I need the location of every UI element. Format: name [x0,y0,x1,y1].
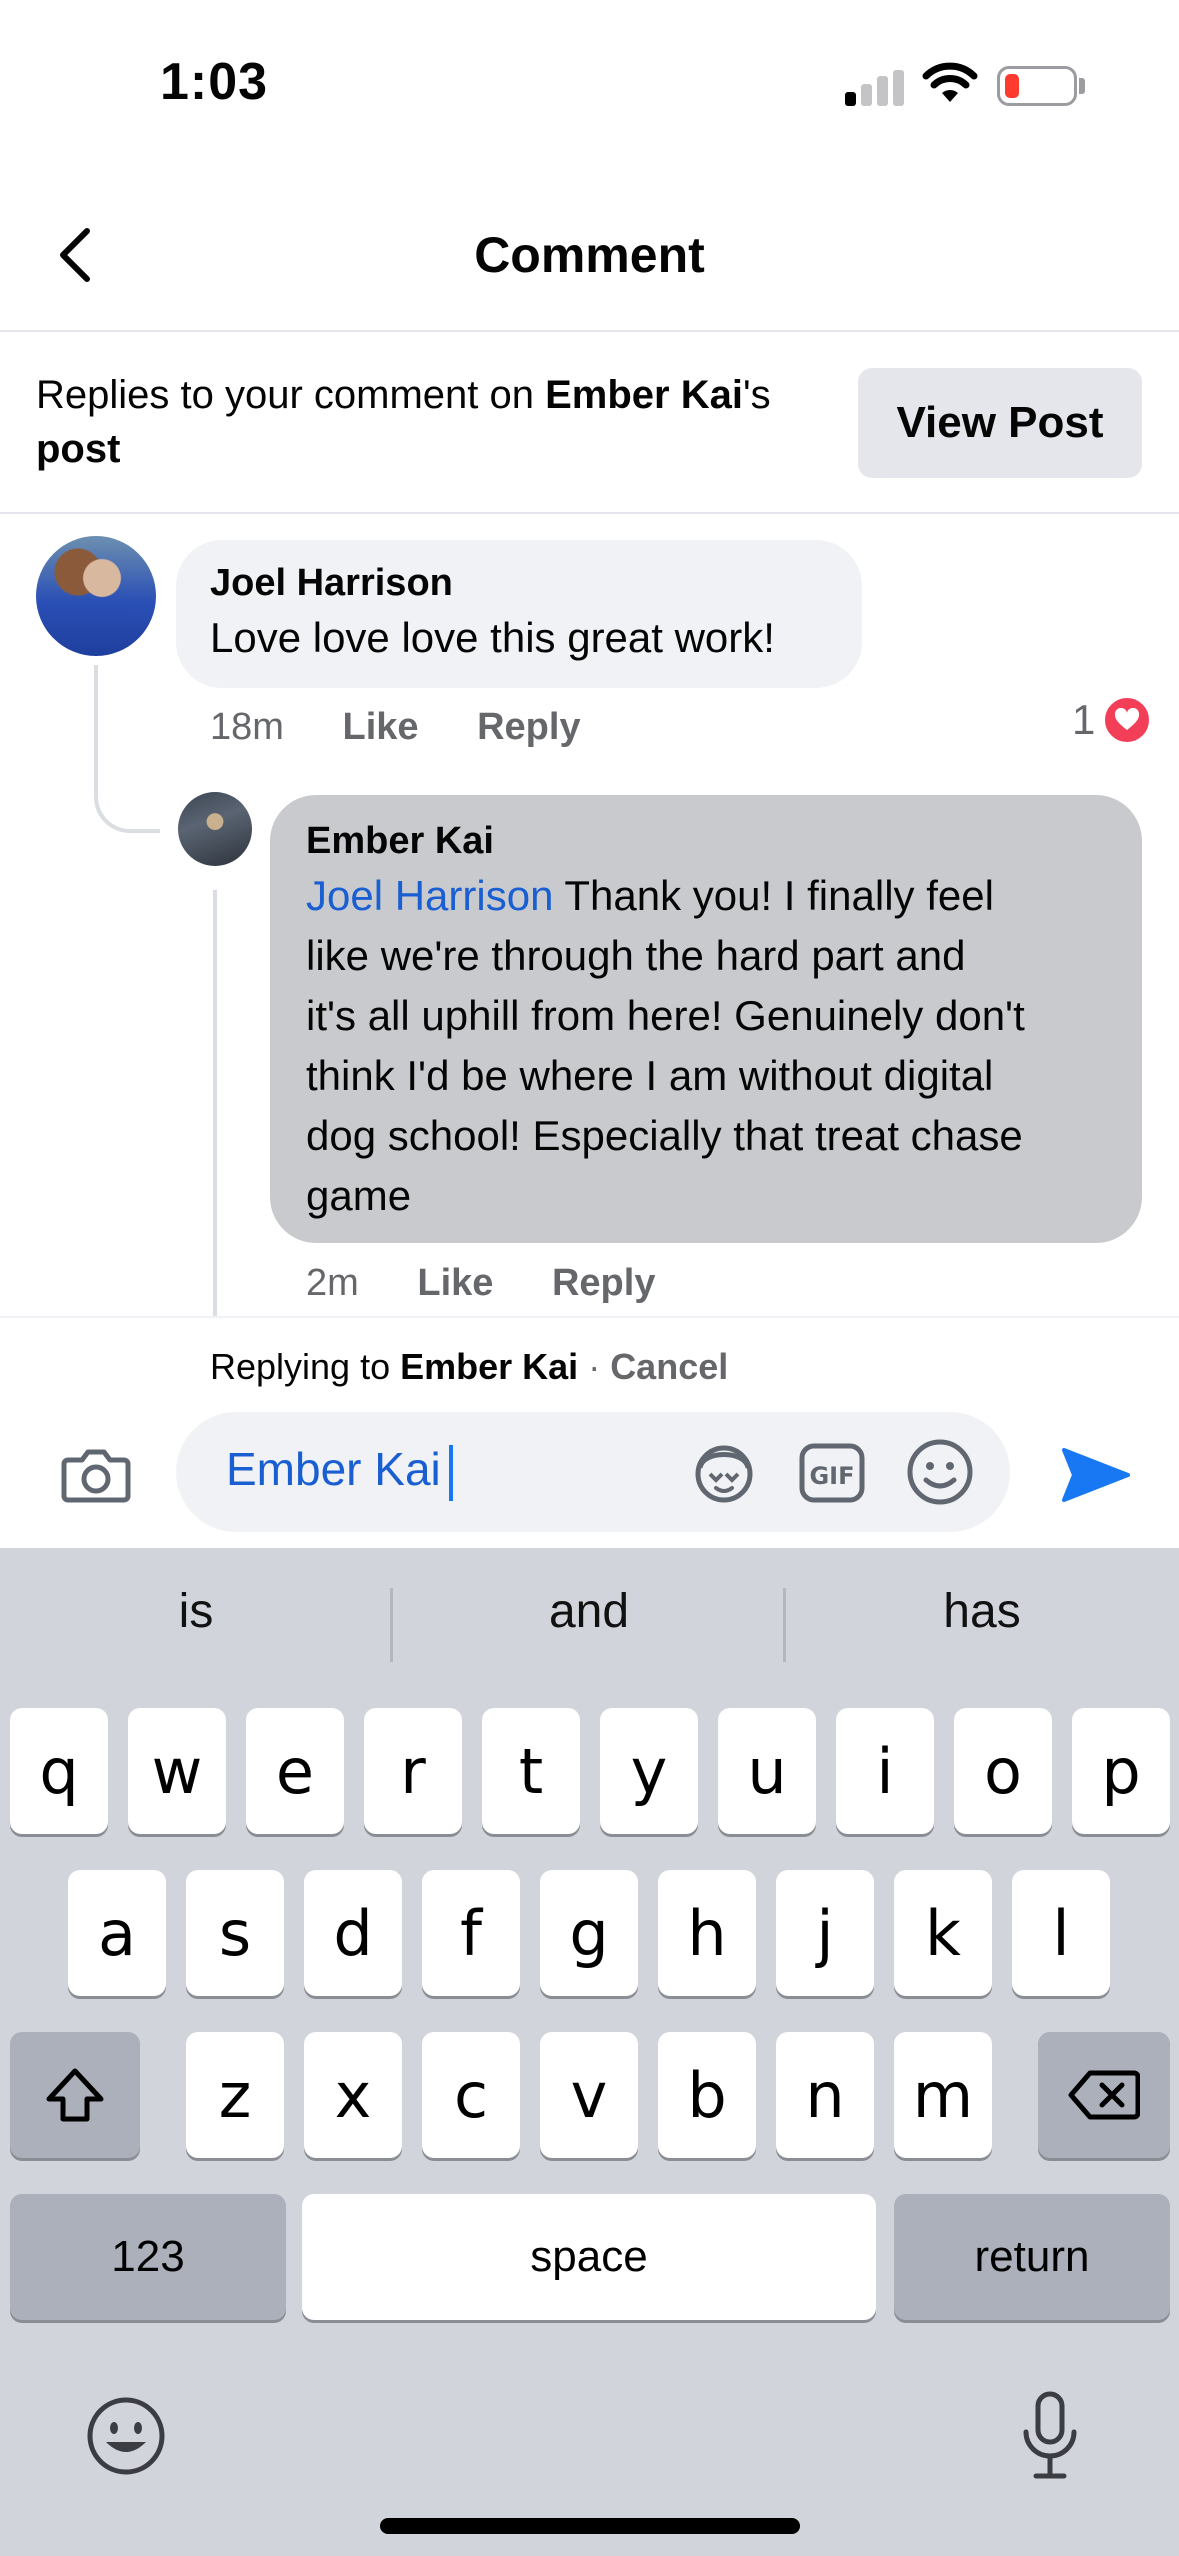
key-w[interactable]: w [128,1708,226,1834]
text-caret [448,1444,453,1501]
key-b[interactable]: b [658,2032,756,2158]
comment-line: dog school! Especially that treat chase [306,1112,1023,1159]
comment-line: like we're through the hard part and [306,932,966,979]
gif-icon[interactable]: GIF [796,1436,868,1508]
key-p[interactable]: p [1072,1708,1170,1834]
key-d[interactable]: d [304,1870,402,1996]
avatar[interactable] [36,536,156,656]
suggestion-bar: is and has [0,1548,1179,1702]
context-suffix: 's [742,373,771,417]
suggestion-item[interactable]: and [393,1584,785,1639]
key-z[interactable]: z [186,2032,284,2158]
comment-composer: Ember Kai GIF [0,1412,1179,1548]
context-post-word: post [36,427,121,471]
key-i[interactable]: i [836,1708,934,1834]
key-e[interactable]: e [246,1708,344,1834]
key-l[interactable]: l [1012,1870,1110,1996]
avatar[interactable] [178,792,252,866]
heart-icon [1101,694,1154,746]
key-v[interactable]: v [540,2032,638,2158]
signal-icon [845,70,905,106]
comment-meta: 18m Like Reply [210,706,581,749]
shift-key[interactable] [10,2032,140,2158]
key-x[interactable]: x [304,2032,402,2158]
reply-button[interactable]: Reply [477,706,580,748]
backspace-icon [1068,2070,1140,2120]
key-g[interactable]: g [540,1870,638,1996]
comment-input-value: Ember Kai [226,1443,441,1495]
page-title: Comment [474,227,705,283]
shift-icon [46,2068,104,2122]
view-post-button[interactable]: View Post [858,368,1142,478]
battery-cap [1079,78,1085,94]
key-a[interactable]: a [68,1870,166,1996]
comment-input[interactable]: Ember Kai GIF [176,1412,1010,1532]
context-post-owner[interactable]: Ember Kai [545,373,743,417]
comment-line: it's all uphill from here! Genuinely don… [306,992,1025,1039]
page-header: Comment [0,180,1179,332]
status-bar: 1:03 [0,0,1179,150]
mention-link[interactable]: Joel Harrison [306,872,553,919]
microphone-icon[interactable] [1018,2390,1082,2482]
thread-connector [94,665,160,833]
key-m[interactable]: m [894,2032,992,2158]
status-time: 1:03 [160,53,269,111]
like-button[interactable]: Like [342,706,418,748]
send-icon[interactable] [1060,1444,1132,1506]
key-y[interactable]: y [600,1708,698,1834]
reply-context-bar: Replies to your comment on Ember Kai's p… [0,332,1179,514]
key-h[interactable]: h [658,1870,756,1996]
comment-line: think I'd be where I am without digital [306,1052,994,1099]
key-j[interactable]: j [776,1870,874,1996]
delete-key[interactable] [1038,2032,1170,2158]
key-f[interactable]: f [422,1870,520,1996]
reaction-summary[interactable]: 1 [1072,694,1154,746]
emoji-keyboard-icon[interactable] [84,2394,168,2478]
reaction-count: 1 [1072,696,1096,743]
home-indicator[interactable] [380,2518,800,2534]
comment-time: 18m [210,706,284,748]
thread-connector-vertical [213,890,217,1320]
keyboard: is and has q w e r t y u i o p a s d f g… [0,1548,1179,2556]
replying-prefix: Replying to [210,1346,401,1387]
context-text: Replies to your comment on Ember Kai's p… [36,368,856,476]
key-n[interactable]: n [776,2032,874,2158]
replying-separator: · [578,1346,611,1387]
key-t[interactable]: t [482,1708,580,1834]
comment-input-text[interactable]: Ember Kai [226,1442,453,1501]
avatar-sticker-icon[interactable] [688,1436,760,1508]
comment-author[interactable]: Joel Harrison [210,562,453,605]
return-key[interactable]: return [894,2194,1170,2320]
replying-text: Replying to Ember Kai · Cancel [210,1346,728,1388]
emoji-icon[interactable] [904,1436,976,1508]
numbers-key[interactable]: 123 [10,2194,286,2320]
svg-text:GIF: GIF [809,1462,854,1490]
battery-icon [997,66,1077,106]
key-u[interactable]: u [718,1708,816,1834]
comment-meta: 2m Like Reply [306,1262,655,1305]
context-prefix: Replies to your comment on [36,373,546,417]
wifi-icon [922,62,978,102]
key-o[interactable]: o [954,1708,1052,1834]
like-button[interactable]: Like [417,1262,493,1304]
key-q[interactable]: q [10,1708,108,1834]
cancel-reply-button[interactable]: Cancel [610,1346,728,1387]
suggestion-item[interactable]: has [786,1584,1178,1639]
comment-text: Joel Harrison Thank you! I finally feel … [306,866,1126,1226]
replying-name: Ember Kai [400,1346,579,1387]
reply-button[interactable]: Reply [552,1262,655,1304]
camera-icon[interactable] [60,1444,132,1504]
comment-text: Love love love this great work! [210,614,775,661]
comment-author[interactable]: Ember Kai [306,820,494,863]
key-r[interactable]: r [364,1708,462,1834]
comment-time: 2m [306,1262,359,1304]
comment-line: game [306,1172,412,1219]
key-k[interactable]: k [894,1870,992,1996]
comment-line: Thank you! I finally feel [553,872,994,919]
key-c[interactable]: c [422,2032,520,2158]
space-key[interactable]: space [302,2194,876,2320]
suggestion-item[interactable]: is [0,1584,392,1639]
replying-bar: Replying to Ember Kai · Cancel [0,1318,1179,1412]
key-s[interactable]: s [186,1870,284,1996]
